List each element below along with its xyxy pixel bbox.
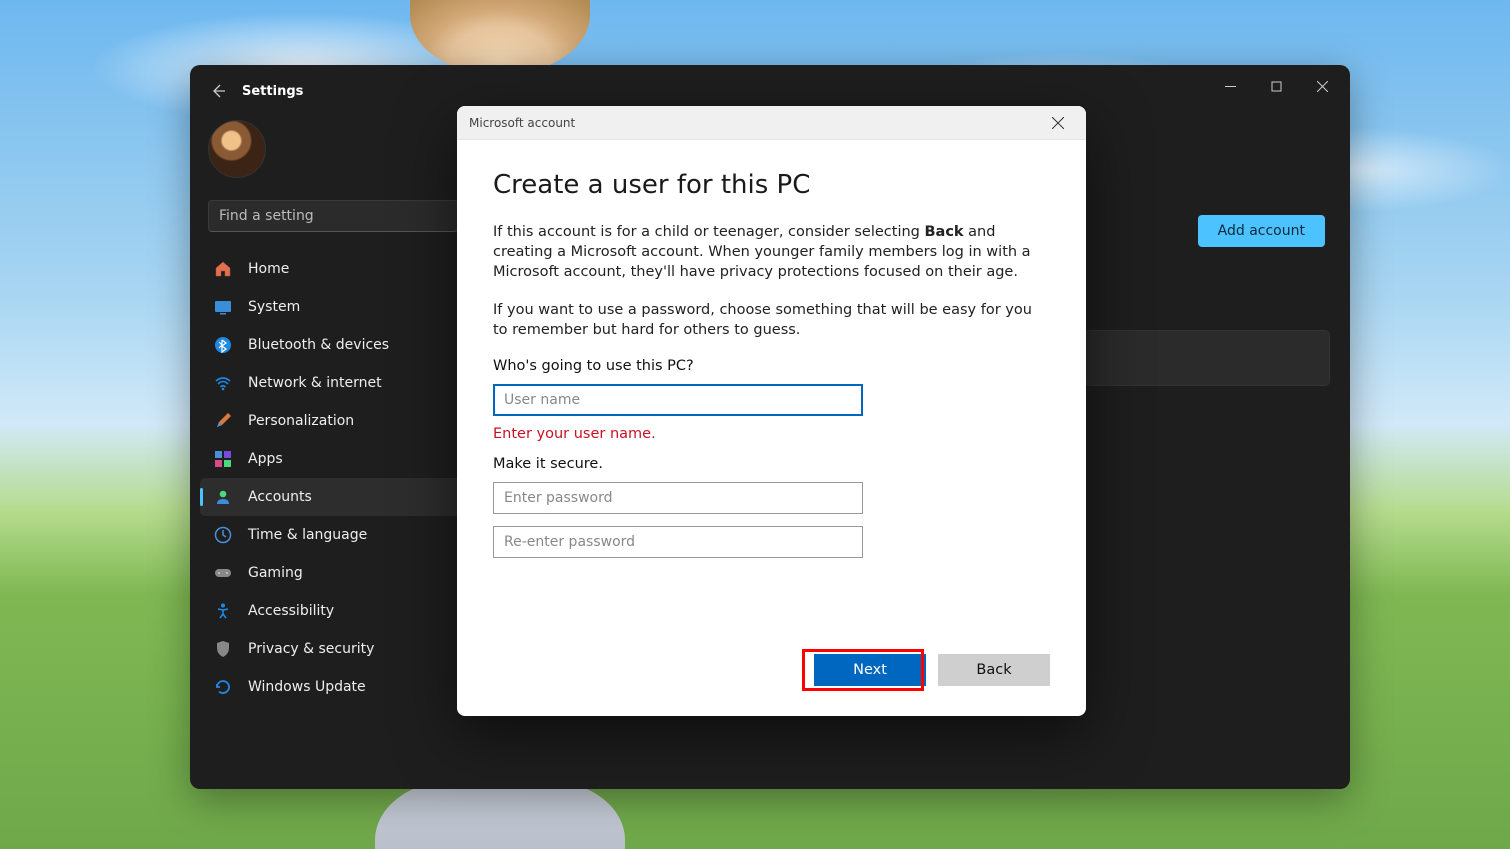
- dialog-password-hint: If you want to use a password, choose so…: [493, 300, 1050, 340]
- create-user-dialog: Microsoft account Create a user for this…: [457, 106, 1086, 716]
- dialog-close-button[interactable]: [1036, 106, 1080, 140]
- nav-item-personalization[interactable]: Personalization: [200, 402, 466, 440]
- next-button[interactable]: Next: [814, 654, 926, 686]
- gamepad-icon: [214, 564, 232, 582]
- nav-item-label: Accessibility: [248, 603, 334, 619]
- nav-item-label: Windows Update: [248, 679, 366, 695]
- close-button[interactable]: [1299, 70, 1345, 102]
- nav-item-time-language[interactable]: Time & language: [200, 516, 466, 554]
- nav-item-label: Network & internet: [248, 375, 382, 391]
- person-icon: [214, 488, 232, 506]
- nav-item-label: Time & language: [248, 527, 367, 543]
- intro-text-bold: Back: [924, 224, 963, 240]
- nav-item-system[interactable]: System: [200, 288, 466, 326]
- minimize-icon: [1225, 81, 1236, 92]
- dialog-header: Microsoft account: [457, 106, 1086, 140]
- nav-item-label: Apps: [248, 451, 283, 467]
- wallpaper-figure-body: [375, 780, 625, 849]
- nav-item-label: Accounts: [248, 489, 312, 505]
- nav-item-label: System: [248, 299, 300, 315]
- clock-globe-icon: [214, 526, 232, 544]
- brush-icon: [214, 412, 232, 430]
- nav-item-apps[interactable]: Apps: [200, 440, 466, 478]
- password-input[interactable]: [493, 482, 863, 514]
- password-section-label: Make it secure.: [493, 456, 1050, 472]
- maximize-button[interactable]: [1253, 70, 1299, 102]
- search-box[interactable]: [208, 200, 458, 232]
- intro-text-a: If this account is for a child or teenag…: [493, 224, 924, 240]
- password-confirm-input[interactable]: [493, 526, 863, 558]
- content-card[interactable]: [1085, 330, 1330, 386]
- nav-item-privacy[interactable]: Privacy & security: [200, 630, 466, 668]
- nav-item-label: Personalization: [248, 413, 354, 429]
- nav-item-accounts[interactable]: Accounts: [200, 478, 466, 516]
- home-icon: [214, 260, 232, 278]
- username-section-label: Who's going to use this PC?: [493, 358, 1050, 374]
- maximize-icon: [1271, 81, 1282, 92]
- apps-icon: [214, 450, 232, 468]
- nav-item-label: Privacy & security: [248, 641, 374, 657]
- arrow-left-icon: [210, 83, 226, 99]
- window-title: Settings: [242, 84, 303, 99]
- dialog-header-title: Microsoft account: [469, 116, 575, 130]
- system-icon: [214, 298, 232, 316]
- minimize-button[interactable]: [1207, 70, 1253, 102]
- back-button-dialog[interactable]: Back: [938, 654, 1050, 686]
- dialog-intro-text: If this account is for a child or teenag…: [493, 222, 1050, 282]
- nav-item-home[interactable]: Home: [200, 250, 466, 288]
- close-icon: [1317, 81, 1328, 92]
- close-icon: [1052, 117, 1064, 129]
- shield-icon: [214, 640, 232, 658]
- wifi-icon: [214, 374, 232, 392]
- nav-item-gaming[interactable]: Gaming: [200, 554, 466, 592]
- nav-item-label: Bluetooth & devices: [248, 337, 389, 353]
- update-icon: [214, 678, 232, 696]
- desktop-wallpaper: Settings Home System Bluetooth & devices…: [0, 0, 1510, 849]
- accessibility-icon: [214, 602, 232, 620]
- nav-item-windows-update[interactable]: Windows Update: [200, 668, 466, 706]
- nav-item-label: Home: [248, 261, 289, 277]
- bluetooth-icon: [214, 336, 232, 354]
- user-avatar[interactable]: [208, 120, 266, 178]
- settings-nav: Home System Bluetooth & devices Network …: [200, 250, 466, 706]
- nav-item-network[interactable]: Network & internet: [200, 364, 466, 402]
- search-input[interactable]: [219, 208, 447, 224]
- add-account-button[interactable]: Add account: [1198, 215, 1325, 247]
- back-button[interactable]: [208, 81, 228, 101]
- nav-item-bluetooth[interactable]: Bluetooth & devices: [200, 326, 466, 364]
- nav-item-label: Gaming: [248, 565, 303, 581]
- username-error: Enter your user name.: [493, 426, 1050, 442]
- window-controls: [1207, 70, 1345, 102]
- username-input[interactable]: [493, 384, 863, 416]
- dialog-title: Create a user for this PC: [493, 170, 1050, 200]
- nav-item-accessibility[interactable]: Accessibility: [200, 592, 466, 630]
